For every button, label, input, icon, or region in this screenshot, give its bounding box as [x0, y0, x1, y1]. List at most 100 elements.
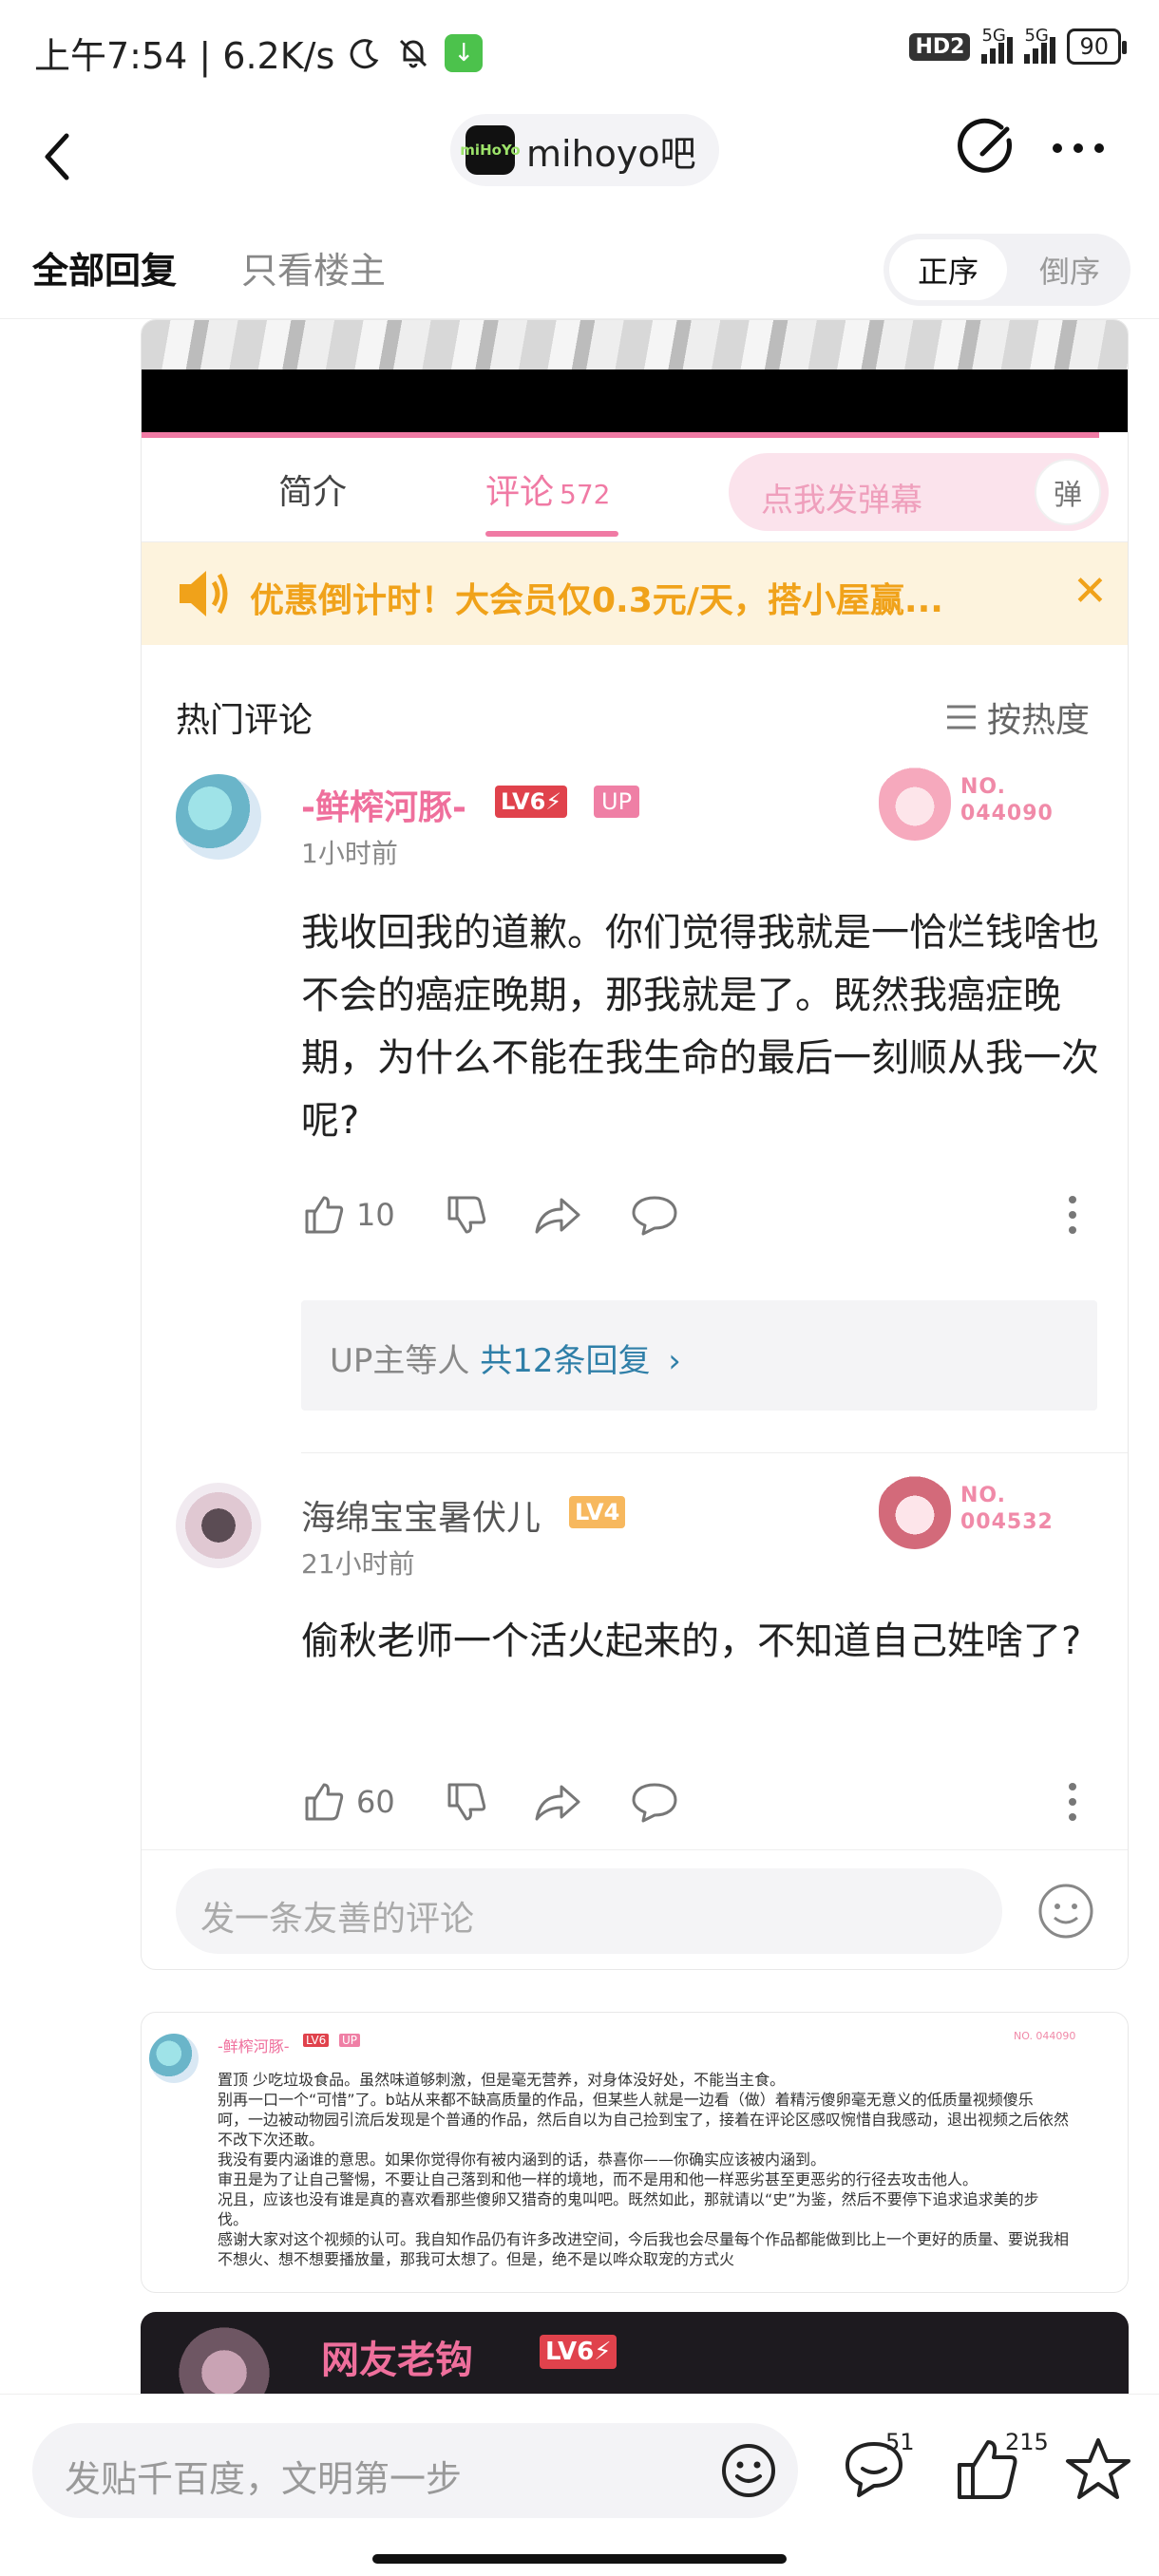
comment-username: -鲜榨河豚-	[301, 788, 466, 827]
forum-title-pill[interactable]: miHoYo mihoyo吧	[450, 114, 719, 186]
like-count: 60	[356, 1784, 395, 1820]
comment-text: 我收回我的道歉。你们觉得我就是一恰烂钱啥也不会的癌症晚期，那我就是了。既然我癌症…	[301, 911, 1099, 1143]
danmaku-placeholder: 点我发弹幕	[761, 482, 922, 520]
fan-badge-text: NO. 044090	[1014, 2030, 1076, 2042]
sort-toggle: 正序 倒序	[884, 234, 1130, 306]
sort-desc-button[interactable]: 倒序	[1015, 239, 1125, 300]
comment-actions: 60	[301, 1773, 1099, 1830]
comment-username: 网友老钩	[321, 2339, 473, 2382]
comment-time: 1小时前	[301, 838, 398, 869]
forum-logo: miHoYo	[460, 125, 521, 175]
fan-badge-text: NO. 004532	[960, 1483, 1054, 1536]
comment-username: -鲜榨河豚-	[218, 2037, 290, 2055]
sort-asc-button[interactable]: 正序	[889, 239, 1007, 300]
share-action	[533, 1773, 582, 1830]
thumbs-down-icon	[447, 1196, 486, 1234]
share-edit-button[interactable]	[958, 118, 1018, 179]
more-options-button[interactable]	[1045, 118, 1112, 179]
fan-badge-text: NO. 044090	[960, 774, 1054, 827]
comment-line: 况且，应该也没有谁是真的喜欢看那些傻卵又猎奇的鬼叫吧。既然如此，那就请以“史”为…	[218, 2190, 1039, 2208]
comment-line: 我没有要内涵谁的意思。如果你觉得你有被内涵到的话，恭喜你——你确实应该被内涵到。	[218, 2150, 826, 2169]
avatar	[176, 774, 261, 860]
up-badge: UP	[339, 2034, 361, 2047]
emoji-icon[interactable]	[720, 2442, 777, 2499]
bottom-bar: 发贴千百度，文明第一步 51 215	[0, 2394, 1159, 2576]
share-icon	[535, 1785, 580, 1821]
replies-preview: UP主等人 共12条回复 ›	[301, 1300, 1097, 1411]
tab-all-replies[interactable]: 全部回复	[32, 241, 177, 294]
fan-badge-number: 004532	[960, 1510, 1054, 1534]
thumbs-up-icon	[305, 1196, 344, 1234]
comment-line: 审丑是为了让自己警惕，不要让自己落到和他一样的境地，而不是用和他一样恶劣甚至更恶…	[218, 2170, 978, 2188]
reply-tab-row: 全部回复 只看楼主 正序 倒序	[0, 218, 1159, 319]
divider	[142, 1849, 1128, 1850]
comment-text: 置顶 少吃垃圾食品。虽然味道够刺激，但是毫无营养，对身体没好处，不能当主食。 别…	[218, 2070, 1111, 2269]
nav-bar: miHoYo mihoyo吧	[0, 104, 1159, 218]
comment-line: 感谢大家对这个视频的认可。我自知作品仍有许多改进空间，今后我也会尽量每个作品都能…	[218, 2230, 1070, 2248]
more-vertical-icon	[1069, 1196, 1076, 1234]
comment-count-badge: 51	[885, 2429, 915, 2455]
share-icon	[535, 1198, 580, 1234]
comment-more-action	[1067, 1773, 1078, 1830]
post-screenshot-image-2[interactable]: -鲜榨河豚- LV6 UP NO. 044090 置顶 少吃垃圾食品。虽然味道够…	[141, 2012, 1129, 2293]
comment-line: 伐。	[218, 2210, 249, 2228]
level-badge: LV6	[303, 2034, 330, 2047]
hd-badge: HD2	[909, 32, 971, 61]
comment-bubble-icon	[632, 1196, 677, 1236]
reply-input-placeholder: 发贴千百度，文明第一步	[65, 2458, 463, 2500]
like-action: 10	[301, 1186, 395, 1243]
emoji-icon	[1038, 1884, 1093, 1939]
status-time: 上午7:54 | 6.2K/s	[34, 35, 335, 77]
sort-by-heat: 按热度	[945, 692, 1090, 742]
tab-comments-label: 评论	[485, 473, 555, 512]
signal-icon-2: 5G	[1024, 26, 1056, 64]
star-icon[interactable]	[1060, 2433, 1136, 2509]
status-left: 上午7:54 | 6.2K/s ↓	[34, 27, 484, 79]
comment-line: 不改下次还敢。	[218, 2131, 325, 2149]
level-badge: LV6⚡	[495, 786, 568, 818]
comment-line: 置顶 少吃垃圾食品。虽然味道够刺激，但是毫无营养，对身体没好处，不能当主食。	[218, 2071, 786, 2089]
up-badge: UP	[594, 786, 640, 818]
tab-active-underline	[485, 531, 618, 537]
status-right: HD2 5G 5G 90	[909, 26, 1127, 65]
reply-count: 共12条回复	[480, 1342, 651, 1380]
like-action: 60	[301, 1773, 395, 1830]
hot-comments-title: 热门评论	[176, 701, 314, 740]
dislike-action	[444, 1186, 489, 1243]
fan-badge-no: NO.	[960, 775, 1006, 799]
comment-input: 发一条友善的评论	[176, 1868, 1002, 1954]
video-frame	[142, 320, 1128, 369]
fan-badge-character	[879, 765, 951, 841]
signal-icon-1: 5G	[981, 26, 1014, 64]
download-app-icon: ↓	[445, 33, 484, 72]
more-dots-icon	[1053, 143, 1104, 153]
level-badge: LV4	[569, 1496, 626, 1528]
tab-comments: 评论 572	[485, 464, 610, 514]
moon-icon	[350, 38, 379, 68]
comment-time: 21小时前	[301, 1548, 415, 1580]
mute-bell-icon	[400, 39, 428, 67]
tab-owner-only[interactable]: 只看楼主	[241, 241, 386, 294]
comment-text: 偷秋老师一个活火起来的，不知道自己姓啥了?	[301, 1619, 1082, 1663]
danmaku-toggle-icon: 弹	[1035, 459, 1101, 525]
replies-preview-text: UP主等人 共12条回复 ›	[330, 1335, 681, 1381]
chevron-right-icon: ›	[668, 1342, 681, 1380]
promo-text: 优惠倒计时！大会员仅0.3元/天，搭小屋赢...	[250, 581, 943, 620]
sort-by-heat-label: 按热度	[987, 701, 1091, 740]
thumbs-down-icon	[447, 1783, 486, 1821]
level-badge: LV6⚡	[540, 2335, 618, 2369]
danmaku-input: 点我发弹幕 弹	[729, 453, 1109, 531]
reply-action	[630, 1186, 679, 1243]
post-screenshot-image[interactable]: 简介 评论 572 点我发弹幕 弹 优惠倒计时！大会员仅0.3元/天，搭小屋赢..…	[141, 319, 1129, 1970]
fan-badge-no: NO.	[960, 1484, 1006, 1507]
list-icon	[947, 705, 976, 729]
back-button[interactable]	[38, 123, 95, 190]
video-frame-black	[142, 369, 1128, 432]
thumbs-up-icon	[305, 1783, 344, 1821]
fan-badge-number: 044090	[960, 802, 1054, 825]
divider	[301, 1452, 1128, 1453]
home-indicator	[372, 2554, 787, 2564]
reply-input[interactable]: 发贴千百度，文明第一步	[32, 2423, 798, 2518]
comment-actions: 10	[301, 1186, 1099, 1243]
avatar	[176, 1483, 261, 1568]
